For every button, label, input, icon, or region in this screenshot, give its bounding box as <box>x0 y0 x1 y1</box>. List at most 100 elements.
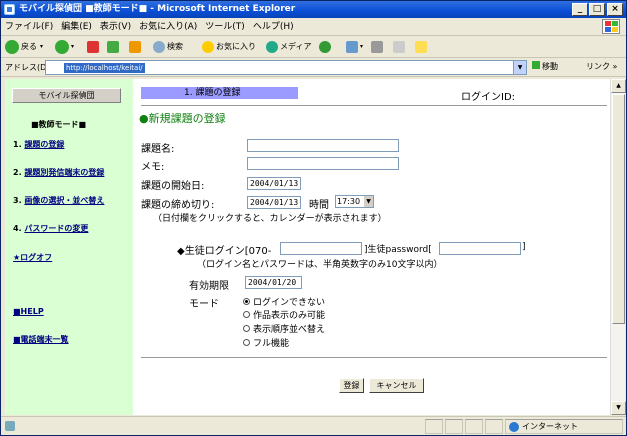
windows-logo-icon <box>602 19 620 34</box>
deadline-date-input[interactable]: 2004/01/13 <box>247 196 301 209</box>
menu-tools[interactable]: ツール(T) <box>201 18 249 36</box>
task-name-label: 課題名: <box>141 144 175 155</box>
mode-radio-reorder[interactable]: 表示順序並べ替え <box>243 322 325 335</box>
folder-button[interactable] <box>415 39 429 55</box>
vertical-scrollbar[interactable]: ▲ ▼ <box>610 79 626 415</box>
radio-icon <box>243 339 250 346</box>
folder-icon <box>415 41 427 53</box>
status-segment <box>465 419 483 434</box>
section-title: ●新規課題の登録 <box>139 112 226 125</box>
teacher-mode-label: ■教師モード■ <box>31 120 87 129</box>
radio-icon <box>243 325 250 332</box>
links-button[interactable]: リンク » <box>586 61 617 72</box>
title-bar: モバイル探偵団 ■教師モード■ - Microsoft Internet Exp… <box>1 1 626 18</box>
mode-label: モード <box>189 299 219 310</box>
phone-list-link[interactable]: ■電話端末一覧 <box>13 334 69 345</box>
divider <box>141 357 607 358</box>
mail-button[interactable]: ▾ <box>346 39 363 55</box>
refresh-icon <box>107 41 119 53</box>
favorites-button[interactable]: お気に入り <box>202 39 256 55</box>
student-password-input[interactable] <box>439 242 521 255</box>
password-bracket-close: ] <box>522 242 526 252</box>
search-button[interactable]: 検索 <box>153 39 183 55</box>
date-hint: （日付欄をクリックすると、カレンダーが表示されます） <box>153 214 387 224</box>
register-button[interactable]: 登録 <box>339 378 364 393</box>
address-url: http://localhost/keitai/ <box>64 63 145 73</box>
stop-button[interactable] <box>87 39 101 55</box>
print-button[interactable] <box>371 39 385 55</box>
student-login-input[interactable] <box>280 242 362 255</box>
history-button[interactable] <box>319 39 333 55</box>
home-button[interactable] <box>129 39 143 55</box>
globe-icon <box>509 422 519 432</box>
menu-view[interactable]: 表示(V) <box>96 18 135 36</box>
scroll-up-icon[interactable]: ▲ <box>611 79 626 93</box>
task-name-input[interactable] <box>247 139 399 152</box>
go-arrow-icon <box>532 61 540 69</box>
step-header: 1. 課題の登録 <box>141 87 298 99</box>
star-icon <box>202 41 214 53</box>
ie-page-icon <box>4 4 15 15</box>
back-button[interactable]: 戻る ▾ <box>5 39 43 55</box>
expiry-date-input[interactable]: 2004/01/20 <box>245 276 302 289</box>
sidebar: モバイル探偵団 ■教師モード■ 1. 課題の登録 2. 課題別発信端末の登録 3… <box>5 79 133 415</box>
forward-button[interactable]: ▾ <box>55 39 74 55</box>
menu-favorites[interactable]: お気に入り(A) <box>135 18 201 36</box>
window-title: モバイル探偵団 ■教師モード■ - Microsoft Internet Exp… <box>19 4 296 14</box>
status-segment <box>485 419 503 434</box>
page-status-icon <box>5 421 15 431</box>
media-icon <box>266 41 278 53</box>
scroll-down-icon[interactable]: ▼ <box>611 401 626 415</box>
time-select[interactable]: 17:30 ▼ <box>335 195 374 208</box>
refresh-button[interactable] <box>107 39 121 55</box>
sidebar-item-images[interactable]: 3. 画像の選択・並べ替え <box>13 195 104 206</box>
login-id-label: ログインID: <box>461 92 516 103</box>
divider <box>141 105 607 106</box>
chevron-down-icon: ▼ <box>364 196 373 207</box>
time-label: 時間 <box>309 200 329 211</box>
edit-button[interactable] <box>393 39 407 55</box>
minimize-button[interactable]: _ <box>572 3 588 16</box>
menu-file[interactable]: ファイル(F) <box>1 18 57 36</box>
close-button[interactable]: × <box>607 3 623 16</box>
cancel-button[interactable]: キャンセル <box>369 378 424 393</box>
mode-radio-view-only[interactable]: 作品表示のみ可能 <box>243 308 325 321</box>
start-date-label: 課題の開始日: <box>141 181 205 192</box>
back-arrow-icon <box>5 40 19 54</box>
brand-button[interactable]: モバイル探偵団 <box>12 88 121 103</box>
logout-link[interactable]: ★ログオフ <box>13 252 52 263</box>
mode-radio-full[interactable]: フル機能 <box>243 336 289 349</box>
address-dropdown-icon[interactable]: ▼ <box>513 61 526 74</box>
media-button[interactable]: メディア <box>266 39 311 55</box>
mode-radio-no-login[interactable]: ログインできない <box>243 295 325 308</box>
menu-help[interactable]: ヘルプ(H) <box>249 18 298 36</box>
print-icon <box>371 41 383 53</box>
sidebar-item-register[interactable]: 1. 課題の登録 <box>13 139 64 150</box>
menu-edit[interactable]: 編集(E) <box>57 18 96 36</box>
menu-bar: ファイル(F) 編集(E) 表示(V) お気に入り(A) ツール(T) ヘルプ(H) <box>1 18 626 36</box>
status-segment <box>445 419 463 434</box>
mail-icon <box>346 41 358 53</box>
scroll-thumb[interactable] <box>612 94 625 324</box>
login-hint: （ログイン名とパスワードは、半角英数字のみ10文字以内） <box>197 260 443 270</box>
sidebar-item-password[interactable]: 4. パスワードの変更 <box>13 223 88 234</box>
page-content: モバイル探偵団 ■教師モード■ 1. 課題の登録 2. 課題別発信端末の登録 3… <box>5 79 610 415</box>
address-label: アドレス(D) <box>5 63 50 72</box>
home-icon <box>129 41 141 53</box>
memo-input[interactable] <box>247 157 399 170</box>
expiry-label: 有効期限 <box>189 281 229 292</box>
go-button[interactable]: 移動 <box>532 61 558 72</box>
maximize-button[interactable]: □ <box>589 3 605 16</box>
deadline-label: 課題の締め切り: <box>141 200 215 211</box>
start-date-input[interactable]: 2004/01/13 <box>247 177 301 190</box>
main-panel: 1. 課題の登録 ログインID: ●新規課題の登録 課題名: メモ: 課題の開始… <box>133 79 610 415</box>
diamond-icon: ◆ <box>177 246 185 257</box>
forward-arrow-icon <box>55 40 69 54</box>
sidebar-item-terminal[interactable]: 2. 課題別発信端末の登録 <box>13 167 104 178</box>
help-link[interactable]: ■HELP <box>13 307 44 316</box>
radio-checked-icon <box>243 298 250 305</box>
browser-window: モバイル探偵団 ■教師モード■ - Microsoft Internet Exp… <box>0 0 627 436</box>
history-icon <box>319 41 331 53</box>
address-input[interactable]: http://localhost/keitai/ ▼ <box>45 60 527 75</box>
radio-icon <box>243 311 250 318</box>
